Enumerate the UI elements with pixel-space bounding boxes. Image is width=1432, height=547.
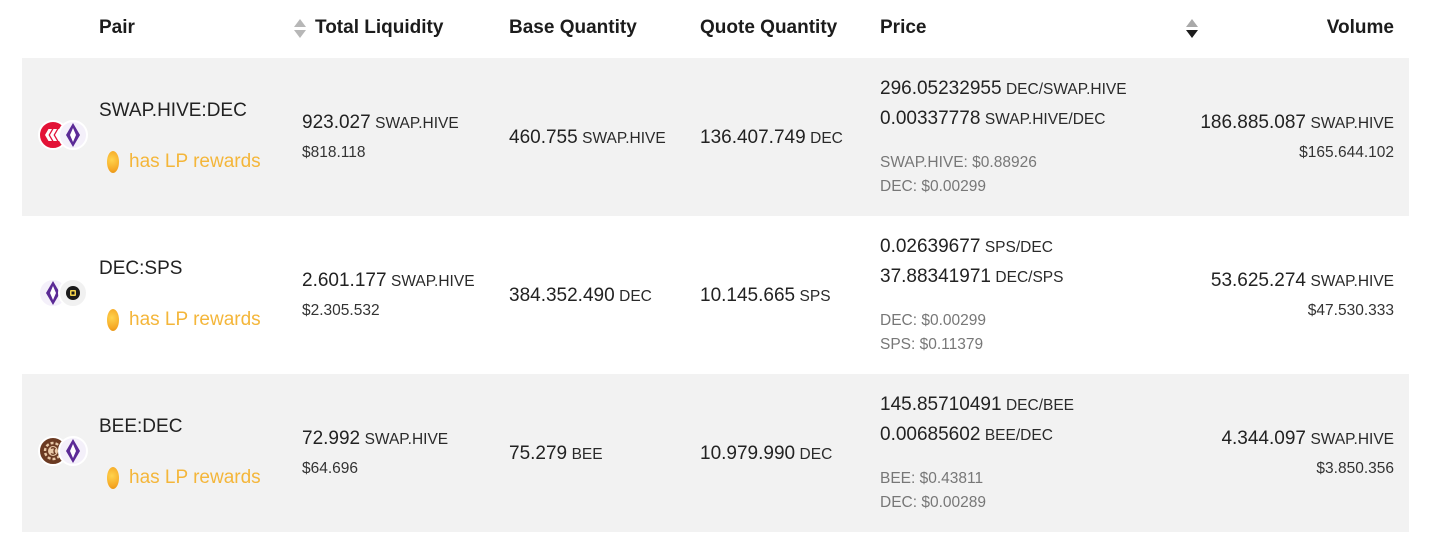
sps-icon bbox=[58, 278, 88, 308]
lp-coin-icon bbox=[107, 467, 119, 489]
table-row[interactable]: BEE:DEC has LP rewards 72.992 SWAP.HIVE … bbox=[22, 374, 1409, 532]
base-quantity: 460.755 SWAP.HIVE bbox=[509, 127, 666, 148]
table-row[interactable]: DEC:SPS has LP rewards 2.601.177 SWAP.HI… bbox=[22, 216, 1409, 374]
header-quote-quantity[interactable]: Quote Quantity bbox=[700, 17, 837, 39]
header-total-liquidity[interactable]: Total Liquidity bbox=[315, 17, 443, 39]
sort-volume-icon[interactable] bbox=[1185, 18, 1199, 40]
header-base-quantity[interactable]: Base Quantity bbox=[509, 17, 637, 39]
pair-name[interactable]: DEC:SPS bbox=[99, 258, 182, 280]
liquidity-value: 923.027 SWAP.HIVE bbox=[302, 112, 459, 133]
price-usd-base: BEE: $0.43811 bbox=[880, 470, 984, 487]
sort-liquidity-icon[interactable] bbox=[293, 18, 307, 40]
price-usd-quote: DEC: $0.00289 bbox=[880, 494, 986, 511]
base-quantity: 75.279 BEE bbox=[509, 443, 603, 464]
lp-rewards-label[interactable]: has LP rewards bbox=[129, 309, 261, 331]
price-inverse: 0.00685602 BEE/DEC bbox=[880, 424, 1053, 445]
dec-icon bbox=[58, 120, 88, 150]
price-primary: 145.85710491 DEC/BEE bbox=[880, 394, 1075, 415]
price-usd-base: DEC: $0.00299 bbox=[880, 312, 986, 329]
price-inverse: 37.88341971 DEC/SPS bbox=[880, 266, 1064, 287]
lp-coin-icon bbox=[107, 309, 119, 331]
pair-icons bbox=[38, 278, 88, 312]
liquidity-value: 2.601.177 SWAP.HIVE bbox=[302, 270, 475, 291]
volume-usd: $3.850.356 bbox=[1316, 460, 1394, 477]
volume-usd: $165.644.102 bbox=[1299, 144, 1394, 161]
price-primary: 0.02639677 SPS/DEC bbox=[880, 236, 1053, 257]
table-row[interactable]: SWAP.HIVE:DEC has LP rewards 923.027 SWA… bbox=[22, 58, 1409, 216]
price-usd-base: SWAP.HIVE: $0.88926 bbox=[880, 154, 1037, 171]
dec-icon bbox=[58, 436, 88, 466]
header-price[interactable]: Price bbox=[880, 17, 926, 39]
volume-value: 186.885.087 SWAP.HIVE bbox=[1200, 112, 1394, 133]
liquidity-usd: $2.305.532 bbox=[302, 302, 380, 319]
quote-quantity: 10.145.665 SPS bbox=[700, 285, 831, 306]
base-quantity: 384.352.490 DEC bbox=[509, 285, 652, 306]
pools-table: Pair Total Liquidity Base Quantity Quote… bbox=[22, 0, 1409, 532]
volume-value: 4.344.097 SWAP.HIVE bbox=[1221, 428, 1394, 449]
price-primary: 296.05232955 DEC/SWAP.HIVE bbox=[880, 78, 1127, 99]
header-pair[interactable]: Pair bbox=[99, 17, 135, 39]
price-usd-quote: SPS: $0.11379 bbox=[880, 336, 984, 353]
liquidity-value: 72.992 SWAP.HIVE bbox=[302, 428, 449, 449]
lp-rewards-label[interactable]: has LP rewards bbox=[129, 151, 261, 173]
volume-value: 53.625.274 SWAP.HIVE bbox=[1210, 270, 1394, 291]
lp-rewards-label[interactable]: has LP rewards bbox=[129, 467, 261, 489]
table-header: Pair Total Liquidity Base Quantity Quote… bbox=[22, 0, 1409, 58]
pair-icons bbox=[38, 436, 88, 470]
quote-quantity: 136.407.749 DEC bbox=[700, 127, 843, 148]
pair-name[interactable]: SWAP.HIVE:DEC bbox=[99, 100, 247, 122]
price-inverse: 0.00337778 SWAP.HIVE/DEC bbox=[880, 108, 1106, 129]
pair-icons bbox=[38, 120, 88, 154]
header-volume[interactable]: Volume bbox=[1327, 17, 1394, 39]
pair-name[interactable]: BEE:DEC bbox=[99, 416, 182, 438]
volume-usd: $47.530.333 bbox=[1307, 302, 1394, 319]
lp-coin-icon bbox=[107, 151, 119, 173]
price-usd-quote: DEC: $0.00299 bbox=[880, 178, 986, 195]
liquidity-usd: $818.118 bbox=[302, 144, 366, 161]
liquidity-usd: $64.696 bbox=[302, 460, 359, 477]
quote-quantity: 10.979.990 DEC bbox=[700, 443, 833, 464]
